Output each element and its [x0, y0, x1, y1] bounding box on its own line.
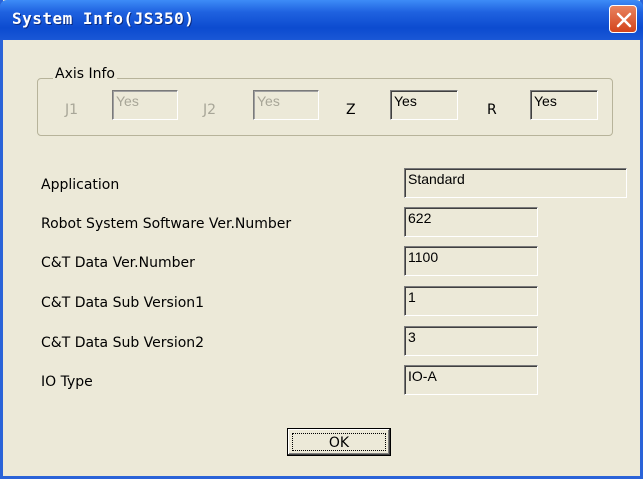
title-bar[interactable]: System Info(JS350) — [0, 0, 643, 40]
close-icon — [616, 12, 632, 28]
software-version-label: Robot System Software Ver.Number — [41, 216, 292, 232]
application-label: Application — [41, 177, 120, 193]
application-value: Standard — [404, 168, 627, 198]
io-type-value: IO-A — [404, 365, 538, 395]
axis-value-z: Yes — [390, 90, 458, 120]
axis-label-j1: J1 — [65, 102, 79, 118]
ct-data-version-label: C&T Data Ver.Number — [41, 255, 195, 271]
axis-label-r: R — [487, 102, 497, 118]
software-version-value: 622 — [404, 207, 538, 237]
axis-label-j2: J2 — [203, 102, 217, 118]
axis-value-j1: Yes — [112, 90, 178, 120]
ct-sub-version1-label: C&T Data Sub Version1 — [41, 295, 205, 311]
ct-data-version-value: 1100 — [404, 246, 538, 276]
ok-button[interactable]: OK — [287, 428, 391, 456]
axis-label-z: Z — [346, 102, 356, 118]
system-info-dialog: System Info(JS350) Axis Info J1 Yes J2 Y… — [0, 0, 643, 479]
axis-info-legend: Axis Info — [53, 66, 117, 82]
axis-value-r: Yes — [530, 90, 598, 120]
io-type-label: IO Type — [41, 374, 93, 390]
ct-sub-version1-value: 1 — [404, 286, 538, 316]
axis-value-j2: Yes — [253, 90, 319, 120]
ct-sub-version2-label: C&T Data Sub Version2 — [41, 335, 205, 351]
close-button[interactable] — [609, 5, 637, 33]
ok-button-label: OK — [292, 433, 386, 451]
window-title: System Info(JS350) — [12, 9, 195, 28]
ct-sub-version2-value: 3 — [404, 326, 538, 356]
